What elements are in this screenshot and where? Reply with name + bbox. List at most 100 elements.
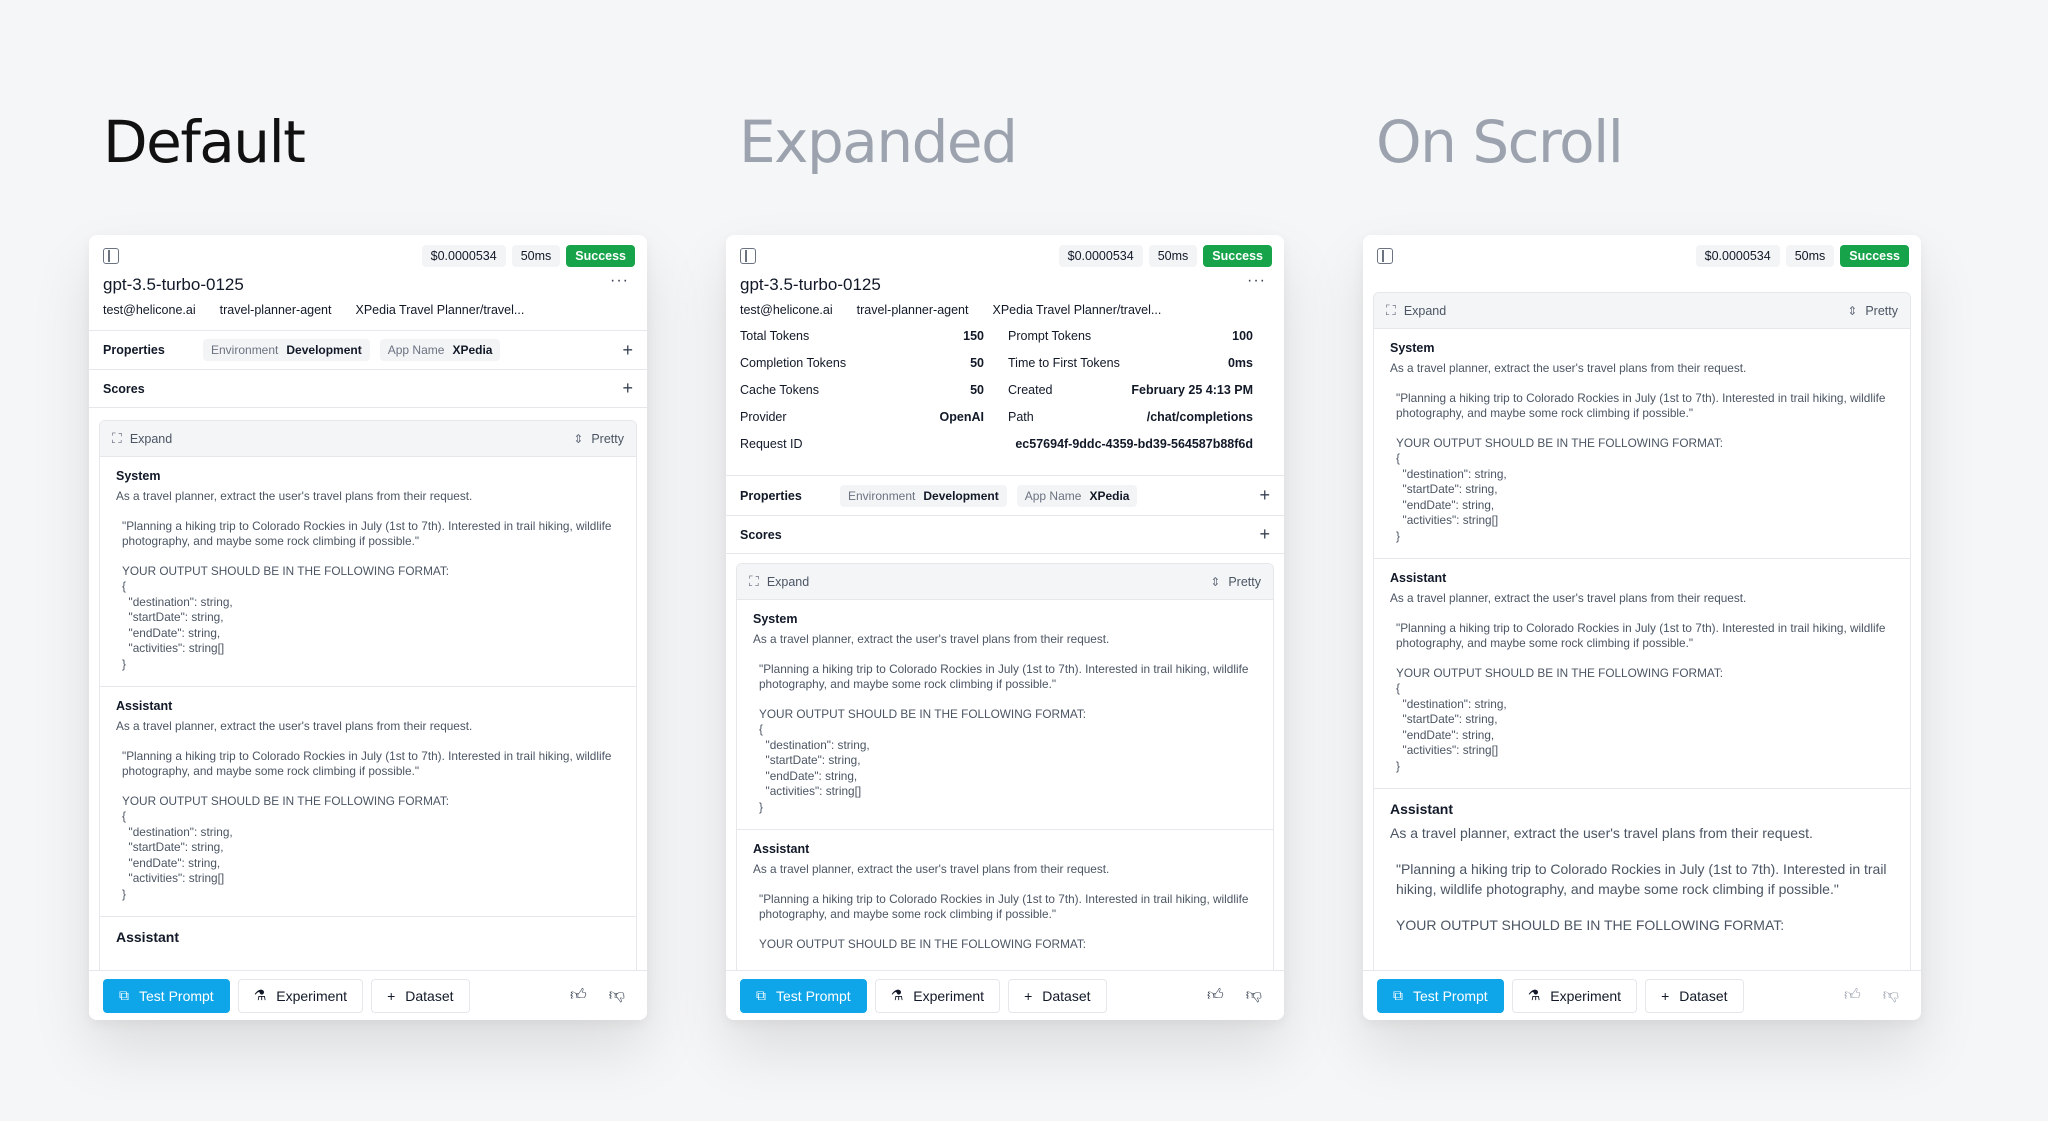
message-role: Assistant bbox=[116, 699, 173, 713]
metric-created: Created February 25 4:13 PM bbox=[1008, 383, 1253, 397]
tag-key: App Name bbox=[1024, 488, 1082, 503]
metrics-grid: Total Tokens 150 Prompt Tokens 100 Complet… bbox=[726, 323, 1284, 476]
add-property-icon[interactable]: + bbox=[622, 340, 633, 361]
user-email[interactable]: test@helicone.ai bbox=[103, 303, 196, 317]
expand-button[interactable]: Expand bbox=[1404, 304, 1446, 318]
status-badge: Success bbox=[1840, 245, 1909, 267]
chevron-up-down-icon: ⇕ bbox=[1210, 574, 1221, 589]
properties-row: Properties Environment Development App Na… bbox=[726, 476, 1284, 515]
expand-button[interactable]: Expand bbox=[130, 432, 172, 446]
agent-name[interactable]: travel-planner-agent bbox=[220, 303, 332, 317]
experiment-button[interactable]: ⚗ Experiment bbox=[1511, 978, 1638, 1013]
messages-toolbar: ⛶ Expand ⇕ Pretty bbox=[737, 564, 1273, 600]
dataset-button[interactable]: + Dataset bbox=[1645, 978, 1744, 1013]
property-tag-app-name[interactable]: App Name XPedia bbox=[1016, 484, 1138, 507]
message-system: System As a travel planner, extract the … bbox=[100, 457, 636, 687]
test-prompt-icon: ⧉ bbox=[1393, 987, 1403, 1003]
test-prompt-button[interactable]: ⧉ Test Prompt bbox=[1377, 978, 1504, 1013]
properties-row: Properties Environment Development App Na… bbox=[89, 330, 647, 369]
messages-toolbar: ⛶ Expand ⇕ Pretty bbox=[1374, 293, 1910, 329]
status-badge: Success bbox=[566, 245, 635, 267]
tag-value: XPedia bbox=[1089, 488, 1130, 503]
expand-icon[interactable]: ⛶ bbox=[112, 430, 122, 447]
message-role: Assistant bbox=[753, 842, 810, 856]
expand-button[interactable]: Expand bbox=[767, 575, 809, 589]
sidebar-toggle-icon[interactable] bbox=[740, 248, 756, 264]
more-options-icon[interactable]: ··· bbox=[610, 272, 629, 290]
message-quote: "Planning a hiking trip to Colorado Rock… bbox=[1396, 861, 1887, 897]
tag-key: App Name bbox=[387, 343, 445, 357]
message-assistant: Assistant As a travel planner, extract t… bbox=[737, 830, 1273, 966]
button-label: Dataset bbox=[1042, 987, 1091, 1004]
metric-provider: Provider OpenAI bbox=[740, 410, 984, 424]
prompt-path[interactable]: XPedia Travel Planner/travel... bbox=[355, 303, 524, 317]
message-format: YOUR OUTPUT SHOULD BE IN THE FOLLOWING F… bbox=[759, 706, 1087, 814]
cost-badge: $0.0000534 bbox=[1695, 245, 1780, 267]
sidebar-toggle-icon[interactable] bbox=[103, 248, 119, 264]
message-quote: "Planning a hiking trip to Colorado Rock… bbox=[1396, 390, 1886, 421]
message-assistant-expanded: Assistant As a travel planner, extract t… bbox=[1374, 789, 1910, 949]
message-quote: "Planning a hiking trip to Colorado Rock… bbox=[1396, 620, 1886, 651]
dataset-button[interactable]: + Dataset bbox=[371, 978, 470, 1013]
metric-completion-tokens: Completion Tokens 50 bbox=[740, 356, 984, 370]
more-options-icon[interactable]: ··· bbox=[1247, 272, 1266, 290]
experiment-button[interactable]: ⚗ Experiment bbox=[237, 978, 364, 1013]
message-format: YOUR OUTPUT SHOULD BE IN THE FOLLOWING F… bbox=[122, 563, 450, 671]
property-tag-environment[interactable]: Environment Development bbox=[840, 484, 1007, 507]
add-property-icon[interactable]: + bbox=[1259, 485, 1270, 506]
tag-value: XPedia bbox=[452, 343, 493, 357]
thumbs-down-icon[interactable]: 👎︎ bbox=[1883, 986, 1899, 1005]
experiment-button[interactable]: ⚗ Experiment bbox=[874, 978, 1001, 1013]
button-label: Experiment bbox=[276, 987, 348, 1004]
test-prompt-icon: ⧉ bbox=[119, 987, 129, 1003]
message-assistant: Assistant As a travel planner, extract t… bbox=[100, 687, 636, 917]
title-default: Default bbox=[103, 108, 306, 176]
messages-toolbar: ⛶ Expand ⇕ Pretty bbox=[100, 421, 636, 457]
model-name: gpt-3.5-turbo-0125 bbox=[740, 275, 881, 294]
flask-icon: ⚗ bbox=[1527, 987, 1541, 1003]
thumbs-up-icon[interactable]: 👍︎ bbox=[1844, 986, 1861, 1005]
add-score-icon[interactable]: + bbox=[1259, 524, 1270, 545]
button-label: Dataset bbox=[1679, 987, 1728, 1004]
action-footer: ⧉ Test Prompt ⚗ Experiment + Dataset 👍︎ 👎︎ bbox=[726, 970, 1284, 1020]
button-label: Test Prompt bbox=[139, 987, 214, 1004]
property-tag-environment[interactable]: Environment Development bbox=[203, 339, 370, 361]
message-text: As a travel planner, extract the user's … bbox=[753, 862, 1110, 876]
add-score-icon[interactable]: + bbox=[622, 378, 633, 399]
status-badge: Success bbox=[1203, 245, 1272, 267]
properties-label: Properties bbox=[740, 488, 802, 503]
thumbs-down-icon[interactable]: 👎︎ bbox=[609, 986, 625, 1005]
expand-icon[interactable]: ⛶ bbox=[749, 573, 759, 590]
scores-row: Scores + bbox=[89, 369, 647, 408]
pretty-toggle[interactable]: ⇕ Pretty bbox=[1847, 304, 1898, 318]
button-label: Experiment bbox=[1550, 987, 1622, 1004]
sidebar-toggle-icon[interactable] bbox=[1377, 248, 1393, 264]
test-prompt-icon: ⧉ bbox=[756, 987, 766, 1003]
thumbs-down-icon[interactable]: 👎︎ bbox=[1246, 986, 1262, 1005]
thumbs-up-icon[interactable]: 👍︎ bbox=[570, 986, 587, 1005]
message-format: YOUR OUTPUT SHOULD BE IN THE FOLLOWING F… bbox=[1396, 435, 1724, 543]
message-quote: "Planning a hiking trip to Colorado Rock… bbox=[122, 518, 612, 549]
user-email[interactable]: test@helicone.ai bbox=[740, 303, 833, 317]
test-prompt-button[interactable]: ⧉ Test Prompt bbox=[740, 978, 867, 1013]
tag-key: Environment bbox=[211, 343, 279, 357]
request-panel-on-scroll: $0.0000534 50ms Success ⛶ Expand ⇕ Prett… bbox=[1363, 235, 1921, 1020]
message-text: As a travel planner, extract the user's … bbox=[116, 719, 473, 733]
pretty-toggle[interactable]: ⇕ Pretty bbox=[573, 432, 624, 446]
expand-icon[interactable]: ⛶ bbox=[1386, 302, 1396, 319]
scores-label: Scores bbox=[103, 381, 145, 396]
message-role: System bbox=[753, 612, 798, 626]
tag-value: Development bbox=[923, 488, 999, 503]
agent-name[interactable]: travel-planner-agent bbox=[857, 303, 969, 317]
prompt-path[interactable]: XPedia Travel Planner/travel... bbox=[992, 303, 1161, 317]
test-prompt-button[interactable]: ⧉ Test Prompt bbox=[103, 978, 230, 1013]
message-role: System bbox=[1390, 341, 1435, 355]
property-tag-app-name[interactable]: App Name XPedia bbox=[379, 339, 501, 361]
scores-row: Scores + bbox=[726, 515, 1284, 554]
panel-header: $0.0000534 50ms Success gpt-3.5-turbo-01… bbox=[726, 235, 1284, 330]
tag-key: Environment bbox=[848, 488, 916, 503]
dataset-button[interactable]: + Dataset bbox=[1008, 978, 1107, 1013]
pretty-toggle[interactable]: ⇕ Pretty bbox=[1210, 575, 1261, 589]
thumbs-up-icon[interactable]: 👍︎ bbox=[1207, 986, 1224, 1005]
plus-icon: + bbox=[387, 987, 396, 1004]
